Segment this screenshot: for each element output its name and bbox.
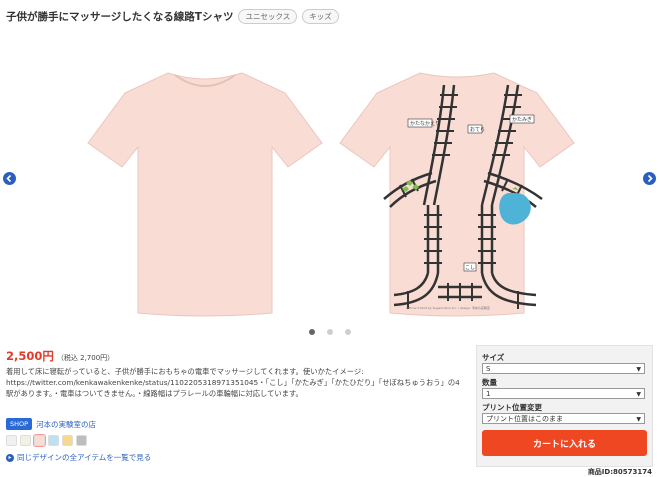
color-swatch-5[interactable] <box>62 435 73 446</box>
chevron-down-icon: ▼ <box>636 366 641 373</box>
product-image-carousel: かたなかえり おてら かたみぎ こし Official T-Shirt by S… <box>0 30 660 335</box>
carousel-dots <box>0 329 660 335</box>
add-to-cart-button[interactable]: カートに入れる <box>482 430 647 456</box>
tag-kids[interactable]: キッズ <box>302 8 339 24</box>
front-shirt-body <box>87 72 323 317</box>
price: 2,500円 <box>6 349 54 363</box>
color-swatch-4[interactable] <box>48 435 59 446</box>
station-sign-otera: おてら <box>470 126 485 133</box>
product-description: 着用して床に寝転がっていると、子供が勝手におもちゃの電車でマッサージしてくれます… <box>6 367 460 398</box>
chevron-down-icon: ▼ <box>636 416 641 423</box>
shop-link[interactable]: 河本の実験室の店 <box>36 419 96 430</box>
size-select[interactable]: S ▼ <box>482 363 645 374</box>
pond-decoration <box>499 193 531 225</box>
purchase-panel: サイズ S ▼ 数量 1 ▼ プリント位置変更 プリント位置はこのまま ▼ カー… <box>476 345 653 467</box>
price-row: 2,500円 （税込 2,700円） <box>6 348 114 364</box>
print-position-value: プリント位置はこのまま <box>486 415 563 423</box>
shop-badge: SHOP <box>6 418 33 430</box>
back-shirt-image: かたなかえり おてら かたみぎ こし Official T-Shirt by S… <box>339 72 575 317</box>
price-with-tax: （税込 2,700円） <box>56 354 115 362</box>
station-sign-katanakaeri: かたなかえり <box>410 120 440 127</box>
station-sign-katamigi: かたみぎ <box>512 116 532 123</box>
chevron-left-icon <box>6 174 12 183</box>
back-shirt-body <box>339 72 575 317</box>
quantity-label: 数量 <box>482 378 497 387</box>
carousel-prev-button[interactable] <box>3 172 16 185</box>
size-select-value: S <box>486 365 491 373</box>
color-swatch-6[interactable] <box>76 435 87 446</box>
product-title: 子供が勝手にマッサージしたくなる線路Tシャツ <box>6 10 234 23</box>
carousel-dot-3[interactable] <box>345 329 351 335</box>
front-shirt-image <box>87 72 323 317</box>
color-swatch-2[interactable] <box>20 435 31 446</box>
color-swatches <box>6 434 87 447</box>
carousel-dot-2[interactable] <box>327 329 333 335</box>
quantity-select-value: 1 <box>486 390 491 398</box>
same-design-link-label: 同じデザインの全アイテムを一覧で見る <box>17 453 152 462</box>
print-position-label: プリント位置変更 <box>482 403 542 412</box>
carousel-dot-1[interactable] <box>309 329 315 335</box>
size-label: サイズ <box>482 353 505 362</box>
carousel-next-button[interactable] <box>643 172 656 185</box>
shop-row: SHOP 河本の実験室の店 <box>6 418 96 430</box>
product-id: 商品ID:80573174 <box>587 468 652 476</box>
quantity-select[interactable]: 1 ▼ <box>482 388 645 399</box>
tag-unisex[interactable]: ユニセックス <box>238 8 298 24</box>
print-caption: Official T-Shirt by Sugamotion Inc. / de… <box>406 305 490 310</box>
color-swatch-3[interactable] <box>33 434 46 447</box>
chevron-down-icon: ▼ <box>636 391 641 398</box>
chevron-right-icon <box>647 174 653 183</box>
station-sign-koshi: こし <box>465 265 475 271</box>
product-header: 子供が勝手にマッサージしたくなる線路Tシャツ ユニセックス キッズ <box>6 7 339 25</box>
color-swatch-1[interactable] <box>6 435 17 446</box>
arrow-circle-icon: ▸ <box>6 453 14 462</box>
same-design-link[interactable]: ▸ 同じデザインの全アイテムを一覧で見る <box>6 452 151 463</box>
print-position-select[interactable]: プリント位置はこのまま ▼ <box>482 413 645 424</box>
